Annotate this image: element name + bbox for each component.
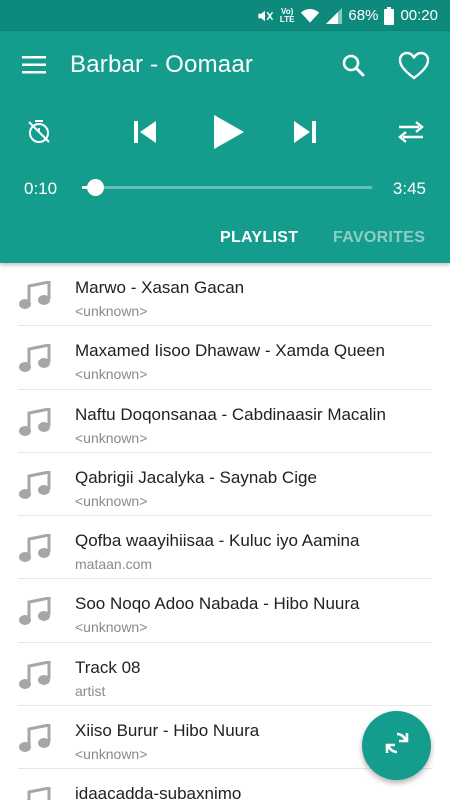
track-artist: artist xyxy=(75,682,106,699)
page-title: Barbar - Oomaar xyxy=(70,51,254,78)
signal-icon xyxy=(326,7,343,24)
heart-icon[interactable] xyxy=(398,51,430,81)
track-title: Qabrigii Jacalyka - Saynab Cige xyxy=(75,467,317,487)
duration: 3:45 xyxy=(392,179,426,198)
tab-bar: PLAYLIST FAVORITES xyxy=(0,221,450,263)
track-artist: mataan.com xyxy=(75,556,153,573)
track-artist: <unknown> xyxy=(75,303,148,319)
track-title: Qofba waayihiisaa - Kuluc iyo Aamina xyxy=(75,531,360,551)
track-artist: <unknown> xyxy=(75,366,148,383)
music-note-icon xyxy=(18,533,52,564)
menu-icon[interactable] xyxy=(22,53,48,77)
music-note-icon xyxy=(18,280,52,311)
music-note-icon xyxy=(18,659,52,691)
music-note-icon xyxy=(18,596,52,627)
playback-controls xyxy=(0,111,450,161)
list-item[interactable]: Qofba waayihiisaa - Kuluc iyo Aamina mat… xyxy=(0,516,450,580)
list-item[interactable]: Qabrigii Jacalyka - Saynab Cige <unknown… xyxy=(0,453,450,517)
toolbar: Barbar - Oomaar xyxy=(0,31,450,101)
music-note-icon xyxy=(18,470,52,501)
battery-percent: 68% xyxy=(348,7,379,24)
timer-off-icon[interactable] xyxy=(24,117,54,147)
seek-bar[interactable] xyxy=(82,186,372,189)
music-note-icon xyxy=(18,406,52,438)
track-title: Soo Noqo Adoo Nabada - Hibo Nuura xyxy=(75,594,360,614)
repeat-icon[interactable] xyxy=(396,119,426,145)
lte-icon: Vo) LTE xyxy=(279,7,295,24)
current-time: 0:10 xyxy=(24,179,58,198)
seek-thumb[interactable] xyxy=(86,179,104,196)
track-title: idaacadda-subaxnimo xyxy=(75,784,242,800)
play-icon[interactable] xyxy=(208,111,248,153)
battery-icon xyxy=(384,6,395,25)
track-title: Marwo - Xasan Gacan xyxy=(75,278,245,297)
list-item[interactable]: Track 08 artist xyxy=(0,643,450,707)
status-bar: Vo) LTE 68% 00:20 xyxy=(0,0,450,31)
track-title: Maxamed Iisoo Dhawaw - Xamda Queen xyxy=(75,341,385,361)
music-note-icon xyxy=(18,343,52,374)
music-note-icon xyxy=(18,723,52,754)
list-item[interactable]: Marwo - Xasan Gacan <unknown> xyxy=(0,263,450,327)
lte-bottom-label: LTE xyxy=(279,14,295,24)
sync-button[interactable] xyxy=(362,711,431,780)
tab-favorites[interactable]: FAVORITES xyxy=(333,229,425,247)
list-item[interactable]: Naftu Doqonsanaa - Cabdinaasir Macalin <… xyxy=(0,390,450,453)
track-title: Track 08 xyxy=(75,657,141,677)
wifi-icon xyxy=(300,8,320,24)
track-title: Xiiso Burur - Hibo Nuura xyxy=(75,721,260,741)
track-title: Naftu Doqonsanaa - Cabdinaasir Macalin xyxy=(75,404,386,424)
skip-previous-icon[interactable] xyxy=(130,117,160,147)
track-artist: <unknown> xyxy=(75,492,148,509)
track-artist: <unknown> xyxy=(75,429,148,446)
track-artist: <unknown> xyxy=(75,746,148,763)
sync-icon xyxy=(383,729,411,762)
search-icon[interactable] xyxy=(340,52,368,80)
list-item[interactable]: Soo Noqo Adoo Nabada - Hibo Nuura <unkno… xyxy=(0,579,450,643)
list-item[interactable]: Maxamed Iisoo Dhawaw - Xamda Queen <unkn… xyxy=(0,326,450,390)
track-artist: <unknown> xyxy=(75,619,148,636)
skip-next-icon[interactable] xyxy=(290,117,320,147)
tab-playlist[interactable]: PLAYLIST xyxy=(220,229,298,247)
music-note-icon xyxy=(18,786,52,800)
mute-icon xyxy=(256,7,274,25)
player-header: Barbar - Oomaar 0:10 3:45 PLAYLIST FAVOR xyxy=(0,31,450,263)
clock: 00:20 xyxy=(400,7,438,24)
